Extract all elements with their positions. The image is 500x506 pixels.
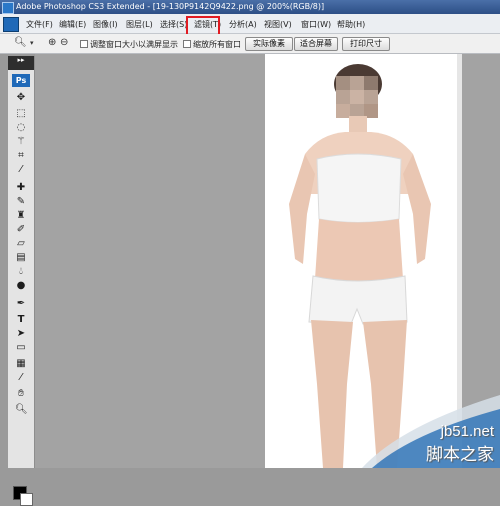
photoshop-logo-icon — [2, 2, 14, 14]
options-bar: 🔍︎ ▾ ⊕ ⊖ 调整窗口大小以满屏显示 缩放所有窗口 实际像素 适合屏幕 打印… — [0, 34, 500, 54]
toolbox-panel: ▸▸ Ps ✥ ⬚ ◌ ⚚ ⌗ ⁄ ✚ ✎ ♜ ✐ ▱ ▤ 💧︎ ● ✒ T ➤… — [8, 56, 35, 506]
zoom-out-icon[interactable]: ⊖ — [60, 37, 68, 50]
clone-stamp-tool-icon[interactable]: ♜ — [15, 210, 27, 222]
window-title: Adobe Photoshop CS3 Extended - [19-130P9… — [16, 2, 325, 11]
print-size-button[interactable]: 打印尺寸 — [342, 37, 390, 51]
eraser-tool-icon[interactable]: ▱ — [15, 238, 27, 250]
menu-select[interactable]: 选择(S) — [160, 19, 187, 30]
eyedropper-tool-icon[interactable]: ⁄ — [15, 372, 27, 384]
brush-tool-icon[interactable]: ✎ — [15, 196, 27, 208]
pen-tool-icon[interactable]: ✒ — [15, 298, 27, 310]
history-brush-tool-icon[interactable]: ✐ — [15, 224, 27, 236]
move-tool-icon[interactable]: ✥ — [15, 92, 27, 104]
watermark: jb51.net 脚本之家 — [362, 395, 500, 468]
menu-layer[interactable]: 图层(L) — [126, 19, 153, 30]
menu-file[interactable]: 文件(F) — [26, 19, 53, 30]
slice-tool-icon[interactable]: ⁄ — [15, 164, 27, 176]
magic-wand-tool-icon[interactable]: ⚚ — [15, 136, 27, 148]
menu-window[interactable]: 窗口(W) — [301, 19, 331, 30]
toolbox-ps-logo: Ps — [12, 74, 30, 87]
zoom-all-windows-checkbox[interactable] — [183, 40, 191, 48]
marquee-tool-icon[interactable]: ⬚ — [15, 108, 27, 120]
window-title-bar: Adobe Photoshop CS3 Extended - [19-130P9… — [0, 0, 500, 14]
fit-screen-button[interactable]: 适合屏幕 — [294, 37, 338, 51]
blur-tool-icon[interactable]: 💧︎ — [15, 266, 27, 278]
gradient-tool-icon[interactable]: ▤ — [15, 252, 27, 264]
menu-image[interactable]: 图像(I) — [93, 19, 118, 30]
crop-tool-icon[interactable]: ⌗ — [15, 150, 27, 162]
dodge-tool-icon[interactable]: ● — [15, 280, 27, 292]
zoom-all-windows-label: 缩放所有窗口 — [193, 40, 241, 49]
ps-menu-icon[interactable] — [3, 17, 19, 32]
menu-bar: 文件(F) 编辑(E) 图像(I) 图层(L) 选择(S) 滤镜(T) 分析(A… — [0, 14, 500, 34]
resize-windows-checkbox[interactable] — [80, 40, 88, 48]
notes-tool-icon[interactable]: ▦ — [15, 358, 27, 370]
tool-preset-dropdown-icon[interactable]: ▾ — [30, 39, 34, 52]
shape-tool-icon[interactable]: ▭ — [15, 342, 27, 354]
hand-tool-icon[interactable]: ✋︎ — [15, 388, 27, 400]
menu-edit[interactable]: 编辑(E) — [59, 19, 86, 30]
background-color-swatch[interactable] — [20, 493, 33, 506]
actual-pixels-button[interactable]: 实际像素 — [245, 37, 293, 51]
menu-analysis[interactable]: 分析(A) — [229, 19, 257, 30]
zoom-in-icon[interactable]: ⊕ — [48, 37, 56, 50]
watermark-site: jb51.net — [440, 423, 494, 440]
zoom-tool-icon[interactable]: 🔍︎ — [15, 404, 28, 416]
path-selection-tool-icon[interactable]: ➤ — [15, 328, 27, 340]
menu-view[interactable]: 视图(V) — [264, 19, 292, 30]
zoom-tool-icon[interactable]: 🔍︎ — [14, 37, 27, 50]
healing-brush-tool-icon[interactable]: ✚ — [15, 182, 27, 194]
resize-windows-label: 调整窗口大小以满屏显示 — [90, 40, 178, 49]
watermark-brand: 脚本之家 — [426, 445, 494, 465]
toolbox-header[interactable]: ▸▸ — [8, 56, 34, 70]
lasso-tool-icon[interactable]: ◌ — [15, 122, 27, 134]
type-tool-icon[interactable]: T — [15, 314, 27, 326]
menu-help[interactable]: 帮助(H) — [337, 19, 365, 30]
